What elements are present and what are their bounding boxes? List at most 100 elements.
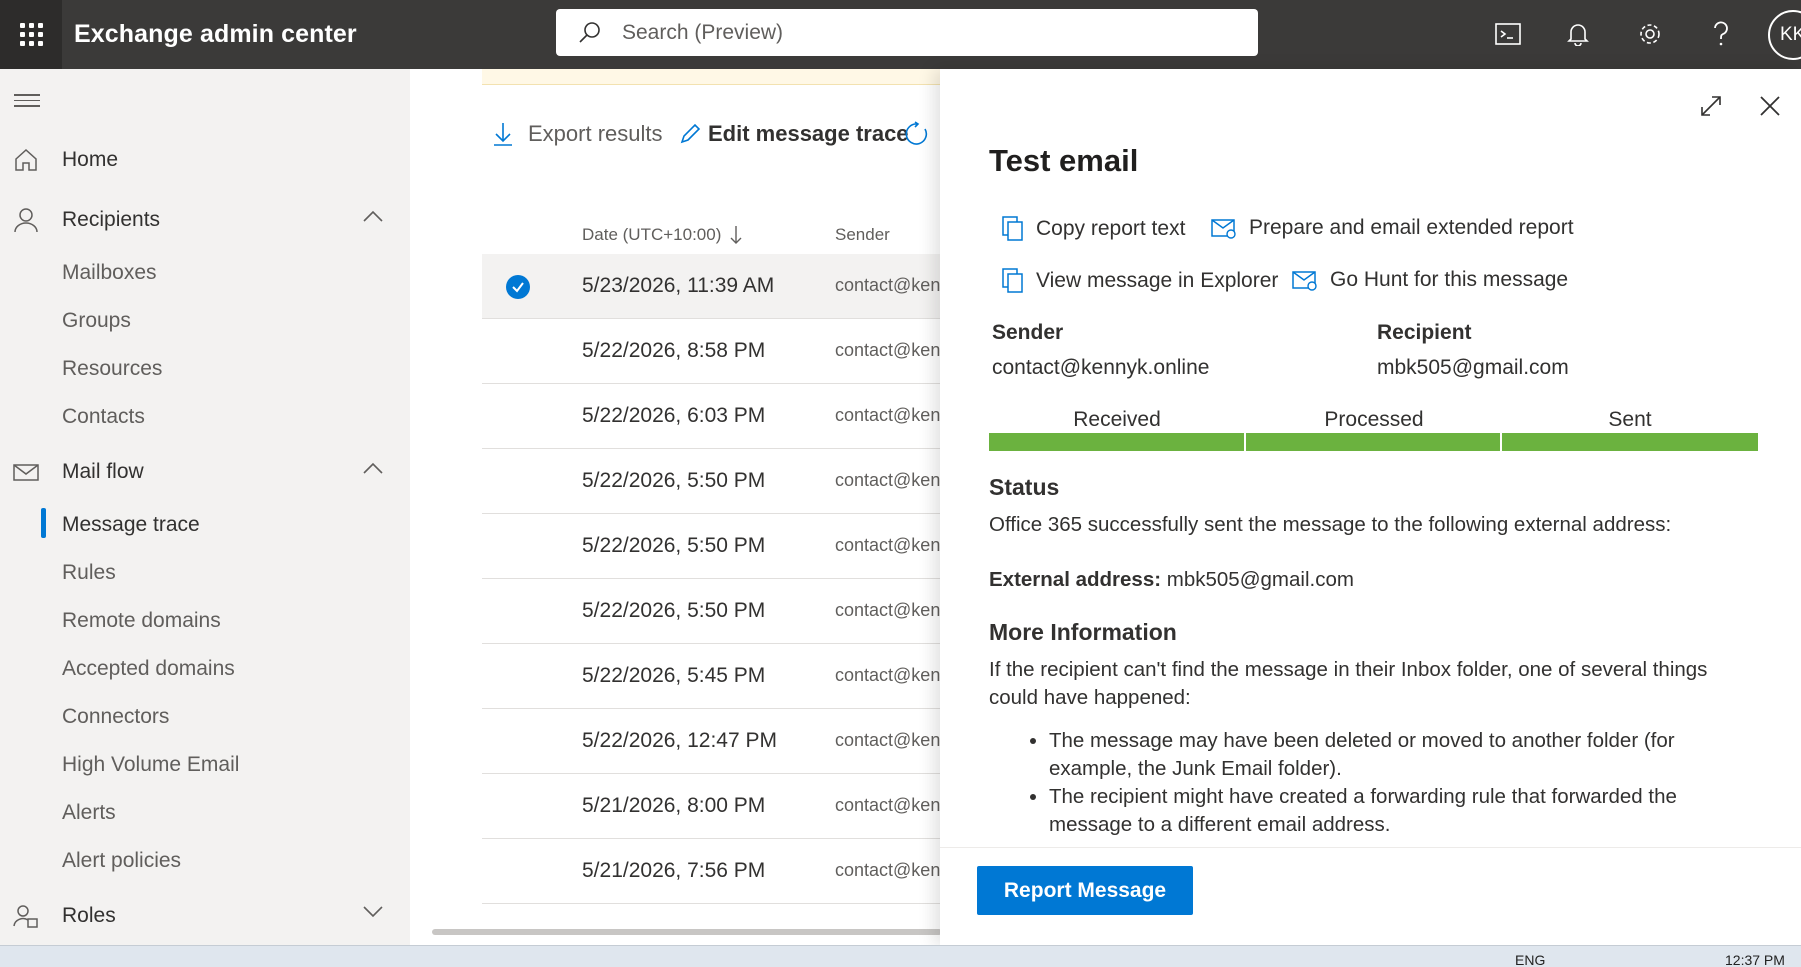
settings-button[interactable]	[1630, 14, 1670, 54]
nav-remote-domains[interactable]: Remote domains	[62, 609, 221, 633]
column-header-date[interactable]: Date (UTC+10:00)	[582, 225, 743, 245]
close-button[interactable]	[1754, 90, 1786, 122]
close-icon	[1760, 96, 1780, 116]
row-sender: contact@kennyk.online	[835, 275, 940, 295]
table-row[interactable]: 5/22/2026, 6:03 PM contact@kennyk.online	[482, 384, 940, 449]
view-in-explorer-button[interactable]: View message in Explorer	[1000, 268, 1278, 294]
search-icon	[579, 21, 600, 43]
search-placeholder: Search (Preview)	[622, 20, 784, 44]
export-results-label: Export results	[528, 121, 663, 146]
view-in-explorer-label: View message in Explorer	[1036, 269, 1279, 292]
row-sender: contact@kennyk.online	[835, 665, 940, 685]
row-sender: contact@kennyk.online	[835, 470, 940, 490]
search-box[interactable]: Search (Preview)	[556, 9, 1258, 56]
nav-roles[interactable]: Roles	[0, 894, 410, 938]
nav-roles-label: Roles	[62, 904, 116, 927]
copy-report-label: Copy report text	[1036, 217, 1186, 240]
go-hunt-label: Go Hunt for this message	[1330, 268, 1569, 291]
nav-accepted-domains[interactable]: Accepted domains	[62, 657, 235, 681]
column-header-sender[interactable]: Sender	[835, 225, 890, 245]
panel-title: Test email	[989, 143, 1139, 178]
person-icon	[14, 208, 38, 233]
table-row[interactable]: 5/22/2026, 5:45 PM contact@kennyk.online	[482, 644, 940, 709]
nav-alert-policies[interactable]: Alert policies	[62, 849, 181, 873]
home-icon	[15, 148, 37, 171]
checkmark-icon[interactable]	[506, 275, 530, 299]
row-date: 5/22/2026, 5:50 PM	[582, 599, 766, 622]
go-hunt-button[interactable]: Go Hunt for this message	[1292, 268, 1568, 292]
table-row[interactable]: 5/22/2026, 8:58 PM contact@kennyk.online	[482, 319, 940, 384]
nav-alerts[interactable]: Alerts	[62, 801, 116, 825]
row-date: 5/22/2026, 6:03 PM	[582, 404, 766, 427]
copy-report-button[interactable]: Copy report text	[1000, 216, 1185, 242]
nav-connectors[interactable]: Connectors	[62, 705, 169, 729]
table-row[interactable]: 5/22/2026, 5:50 PM contact@kennyk.online	[482, 449, 940, 514]
more-information-list: The message may have been deleted or mov…	[1029, 727, 1749, 839]
help-button[interactable]	[1701, 14, 1741, 54]
app-launcher-button[interactable]	[0, 0, 62, 69]
nav-rules[interactable]: Rules	[62, 561, 116, 585]
sender-value: contact@kennyk.online	[992, 356, 1210, 379]
stage-processed-label: Processed	[1324, 408, 1424, 431]
refresh-icon	[905, 121, 928, 145]
refresh-button[interactable]	[904, 121, 930, 147]
nav-recipients-label: Recipients	[62, 208, 161, 231]
sender-label: Sender	[992, 321, 1064, 344]
export-results-button[interactable]: Export results	[492, 121, 663, 147]
row-sender: contact@kennyk.online	[835, 340, 940, 360]
nav-recipients[interactable]: Recipients	[0, 198, 410, 242]
nav-mailboxes[interactable]: Mailboxes	[62, 261, 157, 285]
shell-button[interactable]	[1488, 14, 1528, 54]
expand-button[interactable]	[1695, 90, 1727, 122]
nav-home-label: Home	[62, 148, 119, 171]
copy-icon	[1002, 216, 1023, 241]
status-text: Office 365 successfully sent the message…	[989, 513, 1672, 536]
bell-icon	[1567, 24, 1589, 46]
chevron-down-icon	[363, 906, 383, 918]
hunt-icon	[1292, 271, 1317, 291]
download-icon	[494, 123, 512, 146]
row-date: 5/21/2026, 7:56 PM	[582, 859, 766, 882]
nav-message-trace[interactable]: Message trace	[62, 513, 200, 537]
taskbar: ENG 12:37 PM	[0, 945, 1801, 967]
nav-mail-flow[interactable]: Mail flow	[0, 450, 410, 494]
table-row[interactable]: 5/23/2026, 11:39 AM contact@kennyk.onlin…	[482, 254, 940, 319]
user-avatar[interactable]: KK	[1768, 10, 1801, 60]
active-indicator	[41, 508, 46, 538]
stage-sent-label: Sent	[1608, 408, 1652, 431]
table-row[interactable]: 5/22/2026, 12:47 PM contact@kennyk.onlin…	[482, 709, 940, 774]
stage-sent-bar	[1502, 433, 1758, 451]
table-row[interactable]: 5/21/2026, 7:56 PM contact@kennyk.online	[482, 839, 940, 904]
row-sender: contact@kennyk.online	[835, 730, 940, 750]
panel-footer: Report Message	[940, 847, 1801, 945]
table-row[interactable]: 5/22/2026, 5:50 PM contact@kennyk.online	[482, 514, 940, 579]
nav-resources[interactable]: Resources	[62, 357, 162, 381]
nav-high-volume-email[interactable]: High Volume Email	[62, 753, 239, 777]
taskbar-clock[interactable]: 12:37 PM	[1725, 952, 1785, 967]
more-information-title: More Information	[989, 619, 1177, 645]
collapse-nav-icon[interactable]	[14, 94, 40, 111]
app-title[interactable]: Exchange admin center	[74, 20, 357, 49]
nav-groups[interactable]: Groups	[62, 309, 131, 333]
external-address-label: External address:	[989, 568, 1162, 591]
report-message-button[interactable]: Report Message	[977, 866, 1193, 915]
prepare-report-button[interactable]: Prepare and email extended report	[1211, 216, 1574, 240]
column-date-label: Date (UTC+10:00)	[582, 225, 722, 244]
chevron-up-icon	[363, 462, 383, 474]
message-trace-list: Export results Edit message trace Date (…	[410, 69, 940, 945]
row-date: 5/22/2026, 5:45 PM	[582, 664, 766, 687]
edit-message-trace-button[interactable]: Edit message trace	[678, 121, 909, 147]
row-sender: contact@kennyk.online	[835, 795, 940, 815]
help-icon	[1714, 21, 1728, 46]
taskbar-language[interactable]: ENG	[1515, 952, 1545, 967]
notifications-button[interactable]	[1558, 14, 1598, 54]
row-date: 5/22/2026, 5:50 PM	[582, 469, 766, 492]
chevron-up-icon	[363, 210, 383, 222]
recipient-label: Recipient	[1377, 321, 1472, 344]
nav-home[interactable]: Home	[0, 138, 410, 182]
horizontal-scrollbar[interactable]	[422, 927, 942, 935]
table-row[interactable]: 5/21/2026, 8:00 PM contact@kennyk.online	[482, 774, 940, 839]
nav-contacts[interactable]: Contacts	[62, 405, 145, 429]
table-row[interactable]: 5/22/2026, 5:50 PM contact@kennyk.online	[482, 579, 940, 644]
mail-icon	[13, 464, 39, 481]
